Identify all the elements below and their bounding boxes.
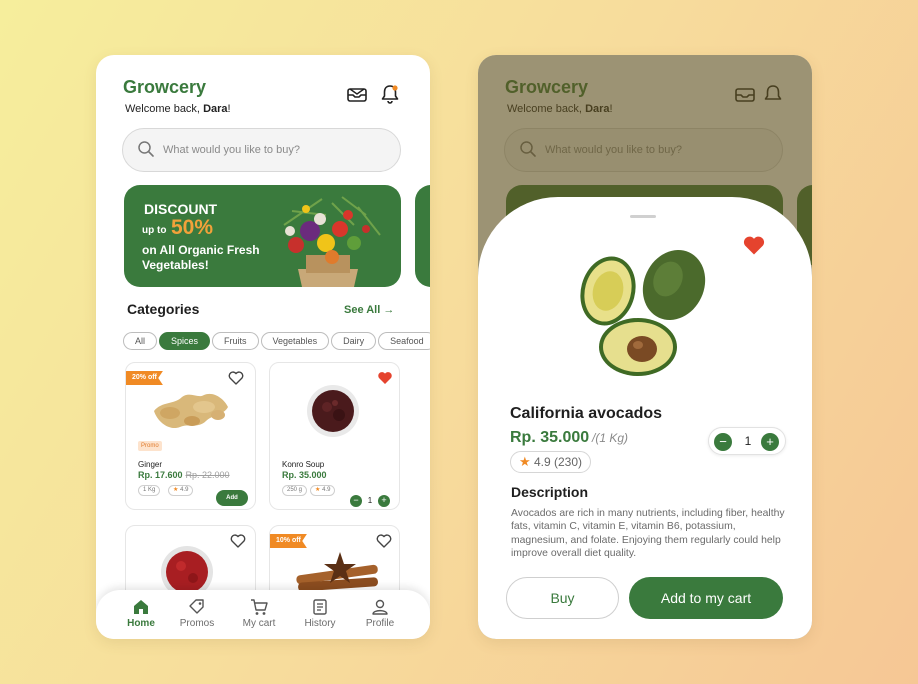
category-chips: All Spices Fruits Vegetables Dairy Seafood xyxy=(123,331,430,351)
notification-bell-icon[interactable] xyxy=(379,83,401,105)
search-bar[interactable] xyxy=(122,128,401,172)
star-icon: ★ xyxy=(315,487,321,493)
ginger-image xyxy=(154,393,228,429)
home-icon xyxy=(134,600,148,614)
buy-button[interactable]: Buy xyxy=(506,577,619,619)
product-detail-screen: Growcery Welcome back, Dara! xyxy=(478,55,812,639)
user-name: Dara xyxy=(203,103,228,115)
heart-outline-icon[interactable] xyxy=(230,534,246,548)
history-icon xyxy=(313,599,327,615)
star-icon: ★ xyxy=(173,487,179,493)
discount-tag: 20% off xyxy=(126,371,163,385)
quantity-value: 1 xyxy=(744,434,752,448)
chip-vegetables[interactable]: Vegetables xyxy=(260,332,330,350)
quantity-value: 1 xyxy=(367,496,373,506)
home-screen: Growcery Welcome back, Dara! DISCOUNT up… xyxy=(96,55,430,639)
product-name: Konro Soup xyxy=(282,460,325,469)
arrow-right-icon: → xyxy=(383,304,395,316)
banner-percent: 50% xyxy=(171,216,214,239)
decrement-button[interactable]: − xyxy=(350,494,362,507)
categories-title: Categories xyxy=(127,301,200,317)
banner-subtitle: on All Organic Fresh Vegetables! xyxy=(142,243,260,272)
chip-fruits[interactable]: Fruits xyxy=(212,332,259,350)
vegetable-basket-illustration xyxy=(283,196,381,287)
quantity-stepper: − 1 + xyxy=(708,427,786,455)
description-title: Description xyxy=(511,484,589,500)
nav-promos[interactable]: Promos xyxy=(167,598,227,629)
promo-tag-icon xyxy=(189,599,204,614)
chip-all[interactable]: All xyxy=(123,332,158,350)
heart-outline-icon[interactable] xyxy=(228,371,244,385)
price-unit: /(1 Kg) xyxy=(592,431,629,445)
decrement-button[interactable]: − xyxy=(714,433,732,451)
search-input[interactable] xyxy=(163,140,383,160)
rating-badge: ★ 4.9 (230) xyxy=(510,451,592,473)
search-icon xyxy=(138,141,154,157)
promo-badge: Promo xyxy=(138,441,162,451)
rating-badge: ★ 4.9 xyxy=(168,485,194,496)
product-card-konro-soup[interactable]: Konro Soup Rp. 35.000 250 g ★ 4.9 −1 + xyxy=(269,362,400,510)
cart-icon xyxy=(251,599,268,615)
description-text: Avocados are rich in many nutrients, inc… xyxy=(511,508,785,560)
nav-my-cart[interactable]: My cart xyxy=(229,598,289,629)
profile-icon xyxy=(372,599,388,615)
product-price: Rp. 35.000 xyxy=(282,470,327,480)
product-detail-sheet: California avocados Rp. 35.000 /(1 Kg) ★… xyxy=(478,197,812,639)
nav-home[interactable]: Home xyxy=(111,598,171,629)
add-to-cart-button[interactable]: Add to my cart xyxy=(629,577,783,619)
star-icon: ★ xyxy=(519,454,531,469)
bottom-navigation: Home Promos My cart History Profile xyxy=(96,590,430,639)
avocado-image xyxy=(580,249,706,376)
product-title: California avocados xyxy=(510,405,663,422)
chip-spices[interactable]: Spices xyxy=(159,332,211,350)
chip-dairy[interactable]: Dairy xyxy=(331,332,377,350)
rating-badge: ★ 4.9 xyxy=(310,485,336,496)
konro-soup-image xyxy=(307,385,359,437)
welcome-message: Welcome back, Dara! xyxy=(125,103,231,115)
weight-badge: 250 g xyxy=(282,485,308,496)
banner-headline: DISCOUNT xyxy=(144,201,218,217)
product-name: Ginger xyxy=(138,460,163,469)
nav-profile[interactable]: Profile xyxy=(350,598,410,629)
sheet-drag-handle[interactable] xyxy=(630,215,656,218)
increment-button[interactable]: + xyxy=(761,433,779,451)
discount-tag: 10% off xyxy=(270,534,307,548)
product-price: Rp. 35.000 xyxy=(510,429,590,446)
see-all-link[interactable]: See All → xyxy=(344,304,394,316)
weight-badge: 1 Kg xyxy=(138,485,161,496)
chip-seafood[interactable]: Seafood xyxy=(378,332,430,350)
heart-outline-icon[interactable] xyxy=(376,534,392,548)
increment-button[interactable]: + xyxy=(378,494,390,507)
heart-filled-icon[interactable] xyxy=(377,371,393,385)
quantity-stepper: −1 + xyxy=(350,492,390,507)
heart-filled-icon[interactable] xyxy=(742,235,766,256)
inbox-icon[interactable] xyxy=(346,83,368,105)
banner-upto: up to xyxy=(142,225,167,236)
next-banner-preview[interactable] xyxy=(415,185,430,287)
old-price: Rp. 22.000 xyxy=(185,470,230,480)
app-title: Growcery xyxy=(123,77,207,97)
product-card-ginger[interactable]: 20% off Promo Ginger Rp. 17.600 Rp. 22.00… xyxy=(125,362,256,510)
nav-history[interactable]: History xyxy=(290,598,350,629)
add-button[interactable]: Add xyxy=(216,490,248,506)
discount-banner[interactable]: DISCOUNT up to 50% on All Organic Fresh … xyxy=(124,185,401,287)
product-price: Rp. 17.600 Rp. 22.000 xyxy=(138,470,230,480)
